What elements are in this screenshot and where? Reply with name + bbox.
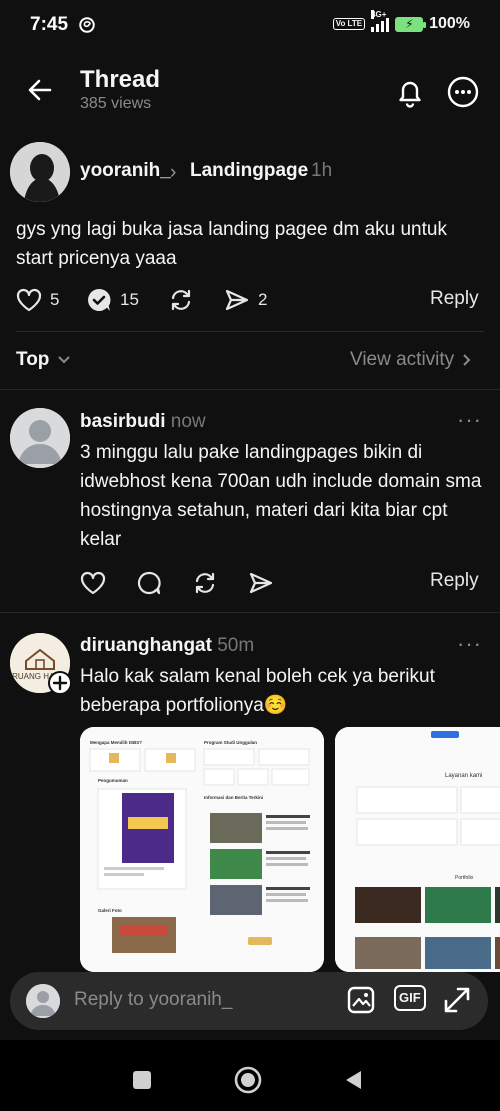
expand-icon[interactable] [442,985,472,1015]
comment-text: Halo kak salam kenal boleh cek ya beriku… [80,666,435,716]
comment-username[interactable]: basirbudi now [80,411,206,433]
comment-check-icon [88,288,111,311]
comment-reply-icon-button[interactable] [136,568,162,598]
repost-icon [171,289,191,311]
post-time: 1h [311,160,333,181]
section-divider [0,612,500,613]
sort-label: Top [16,349,50,370]
comment-username-text: basirbudi [80,411,166,432]
comment-reply-button[interactable]: Reply [430,570,479,600]
sort-dropdown[interactable]: Top [16,349,71,371]
chevron-right-icon [463,354,471,366]
thumb2-section-a: Layanan kami [445,773,482,779]
view-activity-link[interactable]: View activity [350,349,472,371]
comment-bubble-icon [137,571,161,595]
default-avatar-icon [26,984,60,1018]
image-carousel[interactable]: Mengapa Memilih ISBS? Program Studi Ungg… [80,727,500,972]
comment-like-button[interactable] [80,568,106,598]
repost-button[interactable] [168,285,194,315]
view-activity-label: View activity [350,349,455,370]
like-button[interactable]: 5 [16,285,59,315]
comment-count: 15 [120,290,139,309]
comment-button[interactable]: 15 [86,285,139,315]
comment-time: now [170,411,206,432]
comment-avatar[interactable] [10,408,70,468]
image-icon[interactable] [346,985,376,1015]
chevron-down-icon [58,356,71,364]
reply-input[interactable]: Reply to yooranih_ [74,989,232,1011]
bell-icon[interactable] [394,76,426,108]
portfolio-image-1[interactable]: Mengapa Memilih ISBS? Program Studi Ungg… [80,727,324,972]
plus-icon [52,675,68,691]
comment-more-icon[interactable]: ··· [457,631,482,657]
follow-plus-button[interactable] [48,671,72,695]
battery-percent: 100% [429,15,470,32]
gif-button[interactable]: GIF [394,985,426,1011]
section-divider [0,389,500,390]
comment-more-icon[interactable]: ··· [457,407,482,433]
volte-icon: Vo LTE [332,18,366,30]
comment-username[interactable]: diruanghangat 50m [80,635,254,657]
post-text: gys yng lagi buka jasa landing pagee dm … [16,219,447,269]
send-icon [225,289,249,311]
comment-text: 3 minggu lalu pake landingpages bikin di… [80,442,482,550]
topic-chevron-icon: › [170,162,177,183]
status-time: 7:45 [30,14,69,35]
post-username[interactable]: yooranih_ [80,160,171,182]
system-nav-bar [0,1040,500,1111]
threads-notification-icon [79,17,95,33]
thumb2-section-b: Portfolio [455,875,474,881]
status-right: Vo LTE 4G+ ⚡ 100% [332,10,470,33]
back-button[interactable] [343,1069,363,1091]
post-topic[interactable]: Landingpage [190,160,308,182]
back-arrow-icon[interactable] [26,76,54,104]
comment-username-text: diruanghangat [80,635,212,656]
home-button[interactable] [233,1065,263,1095]
thumb1-col2-title: Program Studi Unggulan [204,740,257,745]
battery-icon: ⚡ [395,16,427,32]
share-button[interactable]: 2 [224,285,267,315]
recents-button[interactable] [133,1071,151,1089]
send-icon [249,572,273,594]
page-title: Thread [80,66,161,93]
status-bar: 7:45 Vo LTE 4G+ ⚡ 100% [0,0,500,52]
heart-icon [16,288,42,312]
thumb1-col1-title: Mengapa Memilih ISBS? [90,740,142,745]
more-options-icon[interactable] [446,75,480,109]
divider [16,331,484,332]
thumb1-section-b: Informasi dan Berita Terkini [204,795,263,800]
post-reply-button[interactable]: Reply [430,288,479,318]
thumb1-section-a: Pengumuman [98,778,128,783]
heart-icon [80,571,106,595]
default-avatar-icon [10,408,70,468]
repost-icon [195,572,215,594]
my-avatar [26,984,60,1018]
reply-composer[interactable]: Reply to yooranih_ GIF [10,972,488,1030]
thumb1-section-c: Galeri Foto [98,908,122,913]
portfolio-image-2[interactable]: Layanan kami Portfolio [335,727,500,972]
like-count: 5 [50,290,60,309]
comment-share-button[interactable] [248,568,274,598]
network-type: 4G+ [371,10,387,19]
comment-time: 50m [217,635,255,656]
share-count: 2 [258,290,268,309]
post-author-avatar[interactable] [10,142,70,202]
comment-repost-button[interactable] [192,568,218,598]
view-count: 385 views [80,95,152,112]
signal-icon: 4G+ [371,10,390,32]
